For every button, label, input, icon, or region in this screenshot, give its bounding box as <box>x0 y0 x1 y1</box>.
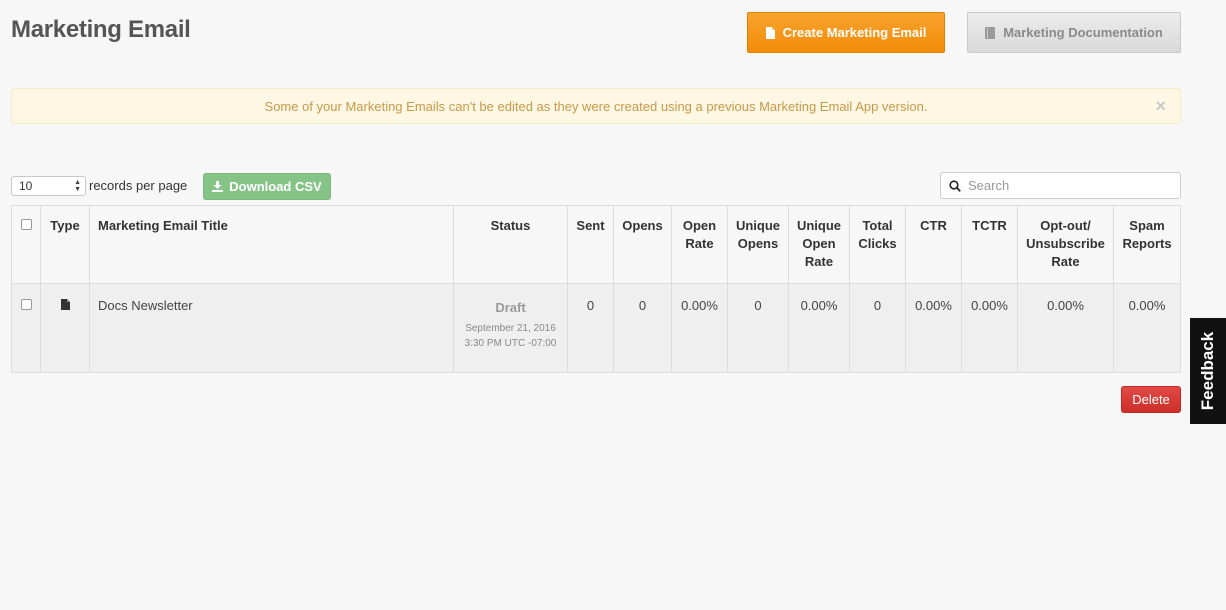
row-checkbox[interactable] <box>20 299 32 310</box>
records-per-page-label: records per page <box>89 178 188 193</box>
document-icon <box>765 26 775 39</box>
delete-button-label: Delete <box>1132 392 1170 407</box>
header-ctr[interactable]: CTR <box>905 205 962 284</box>
search-icon <box>949 179 961 192</box>
feedback-tab[interactable]: Feedback <box>1190 318 1226 424</box>
status-date: September 21, 2016 <box>465 323 556 334</box>
marketing-documentation-button[interactable]: Marketing Documentation <box>967 12 1181 53</box>
legacy-version-alert: Some of your Marketing Emails can't be e… <box>11 88 1181 124</box>
row-total-clicks: 0 <box>849 283 906 373</box>
delete-button[interactable]: Delete <box>1121 386 1181 413</box>
header-spam-reports[interactable]: Spam Reports <box>1113 205 1181 284</box>
page-title: Marketing Email <box>11 16 191 43</box>
marketing-email-table: Type Marketing Email Title Status Sent O… <box>11 205 1181 373</box>
row-unique-open-rate: 0.00% <box>788 283 850 373</box>
header-total-clicks[interactable]: Total Clicks <box>849 205 906 284</box>
header-status[interactable]: Status <box>453 205 568 284</box>
row-ctr: 0.00% <box>905 283 962 373</box>
row-unique-opens: 0 <box>727 283 789 373</box>
header-sent[interactable]: Sent <box>567 205 614 284</box>
header-unique-opens[interactable]: Unique Opens <box>727 205 789 284</box>
header-opens[interactable]: Opens <box>613 205 672 284</box>
row-status-cell: Draft September 21, 2016 3:30 PM UTC -07… <box>453 283 568 373</box>
header-optout-rate[interactable]: Opt-out/ Unsubscribe Rate <box>1017 205 1114 284</box>
download-csv-button[interactable]: Download CSV <box>203 173 331 200</box>
row-open-rate: 0.00% <box>671 283 728 373</box>
download-csv-label: Download CSV <box>229 179 322 194</box>
status-badge: Draft <box>495 300 526 315</box>
row-spam-reports: 0.00% <box>1113 283 1181 373</box>
docs-button-label: Marketing Documentation <box>1003 25 1163 40</box>
select-all-header <box>11 205 41 284</box>
row-type-cell <box>40 283 90 373</box>
search-input[interactable] <box>966 177 1166 194</box>
row-opens: 0 <box>613 283 672 373</box>
row-title[interactable]: Docs Newsletter <box>89 283 454 373</box>
row-sent: 0 <box>567 283 614 373</box>
book-icon <box>985 26 996 39</box>
row-tctr: 0.00% <box>961 283 1018 373</box>
row-select-cell <box>11 283 41 373</box>
header-tctr[interactable]: TCTR <box>961 205 1018 284</box>
download-icon <box>212 181 224 192</box>
table-header-row: Type Marketing Email Title Status Sent O… <box>11 205 1181 284</box>
per-page-value: 10 <box>19 179 33 193</box>
alert-message: Some of your Marketing Emails can't be e… <box>264 98 928 114</box>
select-all-checkbox[interactable] <box>20 219 32 230</box>
header-title[interactable]: Marketing Email Title <box>89 205 454 284</box>
header-open-rate[interactable]: Open Rate <box>671 205 728 284</box>
feedback-label: Feedback <box>1198 331 1217 411</box>
status-time: 3:30 PM UTC -07:00 <box>464 338 557 349</box>
header-unique-open-rate[interactable]: Unique Open Rate <box>788 205 850 284</box>
header-type[interactable]: Type <box>40 205 90 284</box>
close-icon[interactable]: × <box>1155 97 1166 115</box>
row-optout-rate: 0.00% <box>1017 283 1114 373</box>
search-box[interactable] <box>940 172 1181 199</box>
stepper-arrows-icon: ▲ ▼ <box>74 179 81 193</box>
create-marketing-email-button[interactable]: Create Marketing Email <box>747 12 945 53</box>
table-row[interactable]: Docs Newsletter Draft September 21, 2016… <box>11 283 1181 373</box>
document-icon <box>60 299 70 310</box>
records-per-page-select[interactable]: 10 ▲ ▼ <box>11 176 86 196</box>
create-button-label: Create Marketing Email <box>782 25 927 40</box>
